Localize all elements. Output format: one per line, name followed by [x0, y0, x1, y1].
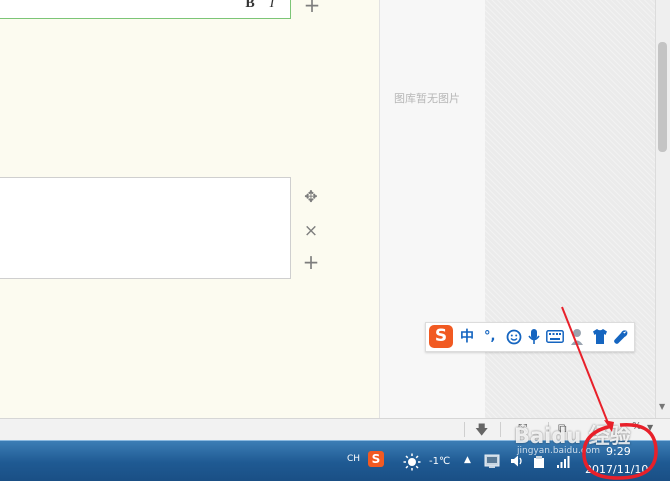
status-separator	[500, 422, 501, 437]
input-language-indicator[interactable]: CH	[347, 454, 360, 464]
network-icon[interactable]	[484, 453, 500, 469]
vertical-scrollbar[interactable]: ▼	[655, 0, 670, 418]
show-hidden-icons-button[interactable]: ▲	[464, 455, 471, 465]
image-gallery-panel: 图库暂无图片	[380, 0, 485, 418]
scrollbar-thumb[interactable]	[658, 42, 667, 152]
sogou-logo-icon[interactable]: S	[429, 325, 453, 348]
shirt-icon[interactable]	[592, 329, 608, 344]
gallery-empty-text: 图库暂无图片	[394, 92, 460, 105]
signal-icon[interactable]	[556, 455, 572, 469]
smile-icon[interactable]	[506, 329, 522, 345]
volume-icon[interactable]	[510, 454, 524, 468]
add-block-button[interactable]: +	[303, 0, 321, 15]
ime-mode-toggle[interactable]: 中	[460, 327, 474, 347]
clock-date[interactable]: 2017/11/10	[585, 463, 648, 476]
move-icon[interactable]: ✥	[302, 188, 320, 206]
delete-block-icon[interactable]: ×	[302, 222, 320, 240]
wrench-icon[interactable]	[613, 329, 629, 345]
weather-temperature[interactable]: -1℃	[429, 456, 450, 467]
content-block[interactable]	[0, 177, 291, 279]
italic-button[interactable]: I	[264, 0, 280, 12]
ime-punct-toggle[interactable]: °,	[484, 327, 495, 347]
sogou-tray-icon[interactable]: S	[368, 451, 384, 467]
zoom-dropdown-icon[interactable]: ▼	[647, 423, 653, 432]
editor-canvas: B I + ✥ × +	[0, 0, 380, 418]
scroll-down-icon[interactable]: ▼	[659, 402, 665, 411]
side-panel	[485, 0, 655, 418]
bold-button[interactable]: B	[242, 0, 258, 12]
keyboard-icon[interactable]	[546, 330, 564, 343]
status-separator	[464, 422, 465, 437]
mic-icon[interactable]	[528, 328, 540, 346]
text-block-top[interactable]: B I	[0, 0, 291, 19]
device-icon[interactable]	[532, 455, 546, 469]
user-icon[interactable]	[570, 328, 586, 346]
zoom-level[interactable]: %	[632, 421, 642, 432]
weather-sun-icon[interactable]	[403, 453, 421, 471]
add-block-below-button[interactable]: +	[302, 252, 320, 272]
baidu-watermark-url: jingyan.baidu.com	[517, 446, 601, 456]
ime-toolbar[interactable]: S 中 °,	[425, 322, 635, 352]
